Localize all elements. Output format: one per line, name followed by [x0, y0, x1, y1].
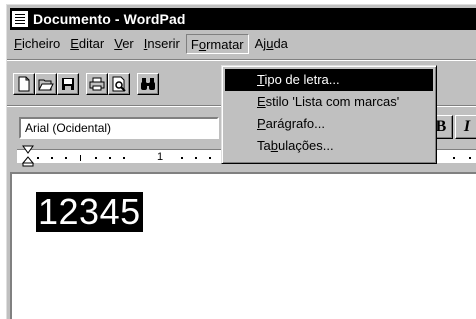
new-button[interactable]: [13, 73, 35, 95]
ruler-label-1: 1: [157, 151, 164, 163]
save-icon: [62, 78, 74, 90]
document-area[interactable]: 12345: [10, 172, 476, 319]
menu-item-tipo-de-letra[interactable]: Tipo de letra...: [225, 69, 433, 91]
selected-text[interactable]: 12345: [36, 192, 143, 232]
indent-marker-icon[interactable]: [21, 145, 35, 167]
print-preview-icon: [112, 76, 126, 92]
title-bar[interactable]: Documento - WordPad: [10, 8, 476, 30]
wordpad-document-icon[interactable]: [12, 11, 28, 27]
open-icon: [38, 79, 54, 91]
print-preview-button[interactable]: [108, 73, 130, 95]
save-button[interactable]: [57, 73, 79, 95]
italic-button[interactable]: I: [455, 115, 476, 139]
print-icon: [89, 77, 105, 91]
standard-toolbar: [13, 69, 159, 99]
open-button[interactable]: [35, 73, 57, 95]
menu-formatar[interactable]: Formatar: [185, 34, 249, 54]
menu-editar[interactable]: Editar: [66, 34, 108, 54]
menu-bar: Ficheiro Editar Ver Inserir Formatar Aju…: [10, 33, 476, 55]
menu-ficheiro[interactable]: Ficheiro: [10, 34, 64, 54]
menu-item-paragrafo[interactable]: Parágrafo...: [225, 113, 433, 135]
menu-ajuda[interactable]: Ajuda: [251, 34, 292, 54]
font-name-combo[interactable]: Arial (Ocidental): [19, 117, 219, 139]
find-button[interactable]: [137, 73, 159, 95]
menu-ver[interactable]: Ver: [110, 34, 138, 54]
find-icon: [141, 78, 155, 90]
window-title: Documento - WordPad: [33, 11, 186, 27]
menu-inserir[interactable]: Inserir: [140, 34, 184, 54]
wordpad-window: Documento - WordPad Ficheiro Editar Ver …: [6, 4, 476, 319]
menu-item-estilo-lista[interactable]: Estilo 'Lista com marcas': [225, 91, 433, 113]
print-button[interactable]: [86, 73, 108, 95]
format-menu-dropdown: Tipo de letra... Estilo 'Lista com marca…: [221, 65, 437, 164]
new-icon: [18, 76, 30, 92]
toolbar-divider: [7, 59, 476, 61]
menu-item-tabulacoes[interactable]: Tabulações...: [225, 135, 433, 157]
